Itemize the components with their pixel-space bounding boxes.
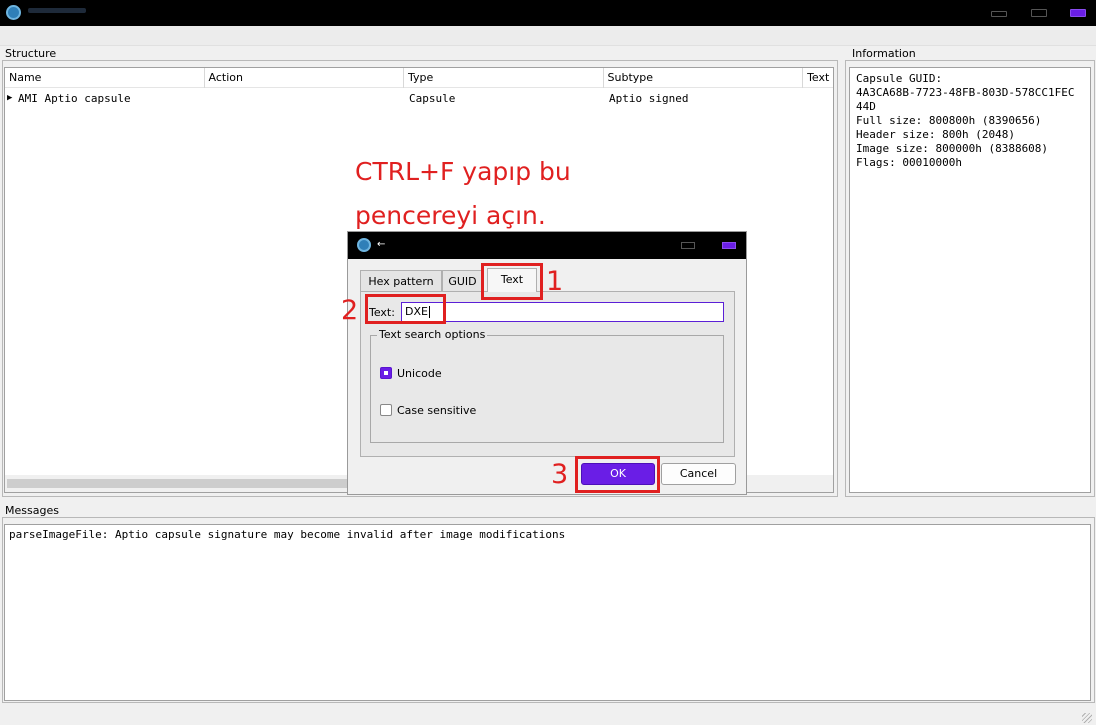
tab-hex-pattern[interactable]: Hex pattern <box>360 270 442 292</box>
annotation-step-3: 3 <box>551 459 569 490</box>
tree-header: Name Action Type Subtype Text <box>5 68 833 88</box>
annotation-instruction: CTRL+F yapıp bu pencereyi açın. <box>355 157 571 230</box>
unicode-label: Unicode <box>397 367 442 380</box>
text-label: Text: <box>369 306 395 319</box>
dialog-title: ← <box>377 239 386 250</box>
tree-row[interactable]: ▶ AMI Aptio capsule Capsule Aptio signed <box>5 90 833 107</box>
messages-panel[interactable]: parseImageFile: Aptio capsule signature … <box>4 524 1091 701</box>
expand-arrow-icon[interactable]: ▶ <box>7 90 12 107</box>
window-title <box>28 8 86 13</box>
dialog-maximize-button[interactable] <box>681 242 695 249</box>
column-header-type[interactable]: Type <box>404 68 604 88</box>
text-caret <box>428 306 430 318</box>
menu-bar <box>0 26 1096 46</box>
column-header-action[interactable]: Action <box>205 68 405 88</box>
column-header-name[interactable]: Name <box>5 68 205 88</box>
information-panel[interactable]: Capsule GUID: 4A3CA68B-7723-48FB-803D-57… <box>849 67 1091 493</box>
text-search-value: DXE <box>405 305 428 318</box>
title-bar <box>0 0 1096 26</box>
row-name: AMI Aptio capsule <box>18 92 131 105</box>
messages-group-label: Messages <box>5 504 61 517</box>
information-group-label: Information <box>852 47 918 60</box>
dialog-logo-icon <box>357 238 371 252</box>
dialog-title-bar: ← <box>348 232 746 259</box>
app-logo-icon <box>6 5 21 20</box>
tab-text[interactable]: Text <box>487 268 537 292</box>
column-header-subtype[interactable]: Subtype <box>604 68 804 88</box>
tab-guid[interactable]: GUID <box>442 270 483 292</box>
minimize-button[interactable] <box>991 11 1007 17</box>
status-bar <box>0 706 1096 725</box>
text-search-input[interactable]: DXE <box>401 302 724 322</box>
case-sensitive-checkbox[interactable] <box>380 404 392 416</box>
text-search-options-label: Text search options <box>377 328 488 341</box>
cancel-button[interactable]: Cancel <box>661 463 736 485</box>
row-subtype: Aptio signed <box>609 92 689 105</box>
annotation-step-1: 1 <box>546 266 564 297</box>
dialog-close-button[interactable] <box>722 242 736 249</box>
maximize-button[interactable] <box>1031 9 1047 17</box>
resize-grip-icon[interactable] <box>1082 713 1092 723</box>
annotation-step-2: 2 <box>341 295 359 326</box>
unicode-checkbox[interactable] <box>380 367 392 379</box>
information-text: Capsule GUID: 4A3CA68B-7723-48FB-803D-57… <box>856 72 1075 169</box>
case-sensitive-label: Case sensitive <box>397 404 477 417</box>
column-header-text[interactable]: Text <box>803 68 833 88</box>
row-type: Capsule <box>409 92 456 105</box>
text-search-options-group <box>370 335 724 443</box>
close-button[interactable] <box>1070 9 1086 17</box>
ok-button[interactable]: OK <box>581 463 655 485</box>
message-line: parseImageFile: Aptio capsule signature … <box>9 528 566 541</box>
structure-group-label: Structure <box>5 47 59 60</box>
scrollbar-thumb[interactable] <box>7 479 347 488</box>
